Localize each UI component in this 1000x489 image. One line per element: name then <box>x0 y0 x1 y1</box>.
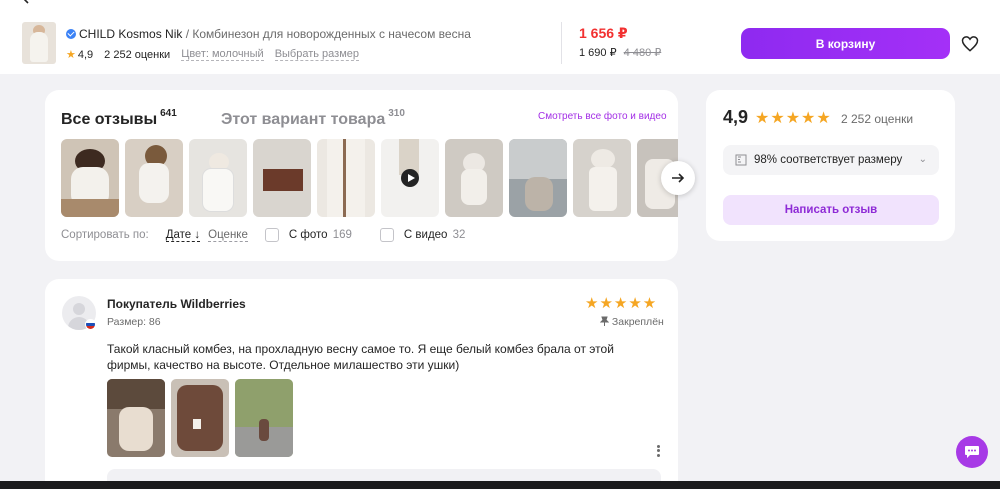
product-name: Комбинезон для новорожденных с начесом в… <box>192 27 471 41</box>
with-video-filter[interactable]: С видео 32 <box>404 229 466 241</box>
more-options-icon[interactable] <box>654 443 662 459</box>
wallet-price: 1 690 ₽ <box>579 47 617 59</box>
chevron-down-icon: ⌄ <box>918 154 927 165</box>
product-header: CHILD Kosmos Nik / Комбинезон для новоро… <box>0 0 1000 74</box>
russia-flag-icon <box>85 319 96 330</box>
review-video[interactable] <box>381 139 439 217</box>
with-photo-checkbox[interactable] <box>264 228 279 242</box>
rating-stars: ★★★★★ <box>755 110 832 127</box>
rating-value: 4,9 <box>723 107 749 127</box>
rating-summary: 4,9 ★★★★★ 2 252 оценки 98% соответствует… <box>706 90 955 241</box>
brand-name[interactable]: CHILD Kosmos Nik <box>79 27 182 41</box>
with-video-checkbox[interactable] <box>379 228 394 242</box>
review-photo[interactable] <box>573 139 631 217</box>
tab-variant-count: 310 <box>388 108 405 119</box>
tab-all-count: 641 <box>160 108 177 119</box>
product-rating: 4,9 <box>77 49 94 61</box>
with-photo-label: С фото <box>288 229 328 241</box>
pin-icon <box>599 316 610 326</box>
tab-variant-label: Этот вариант товара <box>221 111 386 128</box>
review-photo[interactable] <box>317 139 375 217</box>
divider <box>561 22 562 64</box>
with-video-label: С видео <box>403 229 448 241</box>
sort-by-date[interactable]: Дате ↓ <box>165 229 201 242</box>
tab-this-variant[interactable]: Этот вариант товара 310 <box>221 108 405 129</box>
product-title-line: CHILD Kosmos Nik / Комбинезон для новоро… <box>66 27 471 41</box>
tab-all-label: Все отзывы <box>61 111 158 128</box>
review-photo[interactable] <box>107 379 165 457</box>
add-to-cart-button[interactable]: В корзину <box>741 28 950 59</box>
size-fit-text: 98% соответствует размеру <box>754 154 903 166</box>
product-meta: ★ 4,9 2 252 оценки Цвет: молочный Выбрать… <box>66 48 360 61</box>
review-author: Покупатель Wildberries <box>107 297 246 311</box>
sort-label: Сортировать по: <box>61 229 149 241</box>
color-selector[interactable]: Цвет: молочный <box>181 48 264 61</box>
chat-icon <box>965 446 979 458</box>
review-text: Такой класный комбез, на прохладную весн… <box>107 342 614 372</box>
current-price: 1 656 ₽ <box>579 25 628 41</box>
product-thumbnail[interactable] <box>22 22 56 64</box>
play-icon <box>408 174 415 182</box>
pinned-label: Закреплён <box>599 316 664 328</box>
size-fit-dropdown[interactable]: 98% соответствует размеру ⌄ <box>723 145 939 175</box>
next-arrow-button[interactable] <box>661 161 695 195</box>
rating-count: 2 252 оценки <box>841 112 914 126</box>
with-photo-filter[interactable]: С фото 169 <box>289 229 352 241</box>
review-photo[interactable] <box>445 139 503 217</box>
star-icon: ★ <box>66 49 76 61</box>
verified-check-icon <box>66 29 76 39</box>
review-photo[interactable] <box>189 139 247 217</box>
heart-icon[interactable] <box>960 34 980 54</box>
chat-button[interactable] <box>956 436 988 468</box>
review-photo[interactable] <box>509 139 567 217</box>
review-media-strip <box>61 139 678 217</box>
see-all-photos-link[interactable]: Смотреть все фото и видео <box>538 111 667 122</box>
title-separator: / <box>185 27 190 41</box>
review-photo[interactable] <box>125 139 183 217</box>
sort-filter-row: Сортировать по: Дате ↓ Оценке С фото 169… <box>61 228 493 242</box>
bottom-dock <box>0 481 1000 489</box>
back-arrow-icon[interactable] <box>21 0 31 4</box>
old-price: 4 480 ₽ <box>623 47 662 59</box>
review-photo[interactable] <box>171 379 229 457</box>
pinned-text: Закреплён <box>611 316 664 328</box>
sort-by-rating[interactable]: Оценке <box>208 229 248 242</box>
write-review-button[interactable]: Написать отзыв <box>723 195 939 225</box>
review-photo[interactable] <box>61 139 119 217</box>
ruler-icon <box>735 154 747 166</box>
review-photo[interactable] <box>253 139 311 217</box>
price-details: 1 690 ₽ 4 480 ₽ <box>579 46 661 59</box>
review-item: Покупатель Wildberries Размер: 86 ★★★★★ … <box>45 279 678 489</box>
review-size: Размер: 86 <box>107 316 161 328</box>
review-photo[interactable] <box>235 379 293 457</box>
review-stars: ★★★★★ <box>585 295 658 312</box>
choose-size-link[interactable]: Выбрать размер <box>274 48 360 61</box>
ratings-count[interactable]: 2 252 оценки <box>104 49 170 61</box>
with-video-count: 32 <box>452 229 466 241</box>
reviews-panel: Все отзывы 641 Этот вариант товара 310 Смо… <box>45 90 695 261</box>
tab-all-reviews[interactable]: Все отзывы 641 <box>61 108 177 129</box>
with-photo-count: 169 <box>332 229 352 241</box>
arrow-right-icon <box>672 173 685 183</box>
